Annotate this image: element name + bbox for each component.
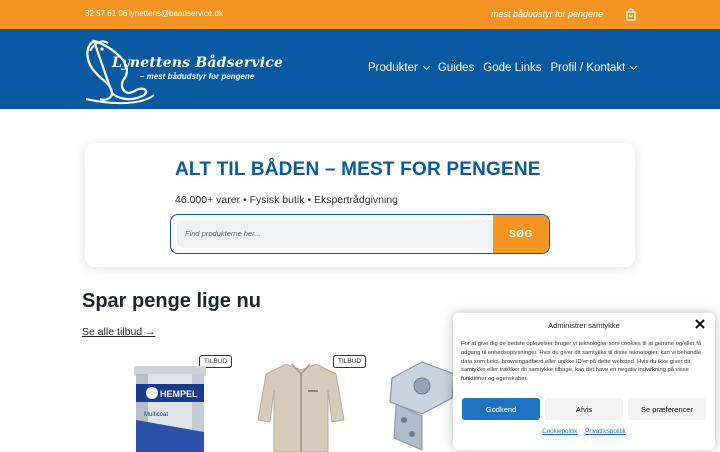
see-all-offers-link[interactable]: Se alle tilbud → xyxy=(82,326,156,338)
cookie-title: Administrer samtykke xyxy=(548,321,620,330)
search-bar: Find produkterne her... SØG xyxy=(170,214,550,254)
preferences-button[interactable]: Se præferencer xyxy=(628,398,706,420)
nav-item-produkter[interactable]: Produkter xyxy=(368,62,430,74)
deny-button[interactable]: Afvis xyxy=(545,398,623,420)
product-card-metal-part[interactable] xyxy=(380,352,460,450)
cookie-consent-dialog: Administrer samtykke For at give dig de … xyxy=(453,313,715,450)
nav-label: Profil / Kontakt xyxy=(550,62,626,74)
search-button[interactable]: SØG xyxy=(493,215,549,253)
phone-link[interactable]: 32 57 61 06 xyxy=(85,9,127,18)
nav-item-gode-links[interactable]: Gode Links xyxy=(483,62,541,74)
nav-label: Guides xyxy=(437,62,475,74)
shopping-bag-icon[interactable] xyxy=(625,8,637,21)
logo-brand-text: Lynettens Bådservice xyxy=(112,55,284,71)
search-input[interactable]: Find produkterne her... xyxy=(177,220,497,248)
top-bar: 32 57 61 06 lynettens@baadservice.dk mes… xyxy=(0,0,720,29)
nav-label: Produkter xyxy=(368,62,418,74)
fleece-jacket-image xyxy=(257,363,345,452)
cookie-links: Cookiepolitik Privatlivspolitik xyxy=(453,428,715,435)
cookie-text: For at give dig de bedste oplevelser bru… xyxy=(461,341,702,383)
chevron-down-icon xyxy=(422,62,430,71)
email-link[interactable]: lynettens@baadservice.dk xyxy=(129,9,223,18)
close-icon[interactable] xyxy=(695,319,705,329)
nav-item-guides[interactable]: Guides xyxy=(438,62,474,74)
chevron-down-icon xyxy=(630,62,638,71)
product-card-fleece-jacket[interactable]: TILBUD xyxy=(250,352,367,452)
hero-title: ALT TIL BÅDEN – MEST FOR PENGENE xyxy=(175,159,541,180)
site-header: Lynettens Bådservice – mest bådudstyr fo… xyxy=(0,29,720,109)
search-placeholder: Find produkterne her... xyxy=(185,229,261,238)
accept-button[interactable]: Godkend xyxy=(462,398,540,420)
metal-hinge-image xyxy=(389,361,455,450)
can-brand-text: HEMPEL xyxy=(160,389,198,399)
can-label-text: Multicoat xyxy=(144,412,168,418)
main-nav: Produkter Guides Gode Links Profil / Kon… xyxy=(368,62,645,74)
logo-tagline: – mest bådudstyr for pengene xyxy=(140,72,255,81)
hero-subtitle: 46.000+ varer • Fysisk butik • Ekspertrå… xyxy=(175,194,398,206)
hempel-paint-can-image: HEMPEL Multicoat xyxy=(134,366,206,452)
privacy-policy-link[interactable]: Privatlivspolitik xyxy=(585,428,626,435)
product-card-hempel[interactable]: TILBUD HEMPEL Multicoat xyxy=(112,352,233,452)
site-logo[interactable]: Lynettens Bådservice – mest bådudstyr fo… xyxy=(82,33,283,105)
cookie-policy-link[interactable]: Cookiepolitik xyxy=(542,428,577,435)
section-title: Spar penge lige nu xyxy=(82,290,261,312)
tagline: mest bådudstyr for pengene xyxy=(491,9,604,19)
nav-item-profil-kontakt[interactable]: Profil / Kontakt xyxy=(550,62,638,74)
hero-search-card: ALT TIL BÅDEN – MEST FOR PENGENE 46.000+… xyxy=(85,143,635,267)
nav-label: Gode Links xyxy=(483,62,542,74)
